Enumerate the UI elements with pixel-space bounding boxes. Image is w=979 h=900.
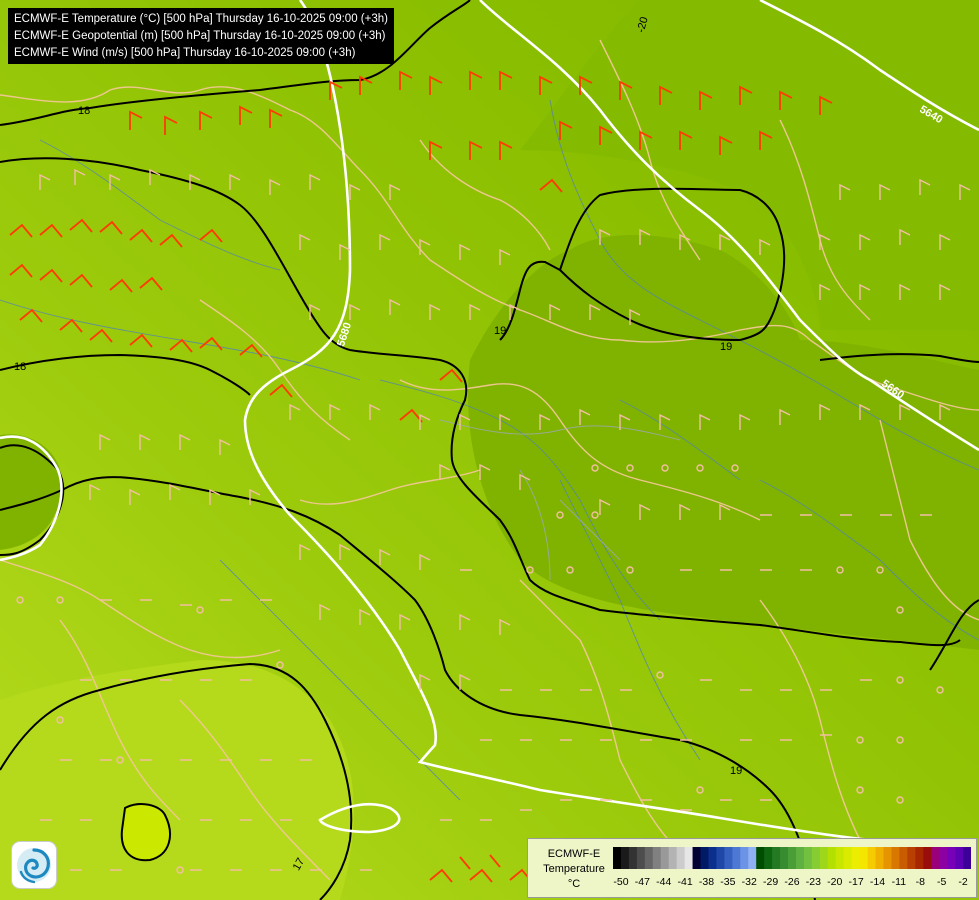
- legend-swatch: [923, 847, 932, 869]
- legend-swatch: [867, 847, 877, 869]
- legend-swatch: [915, 847, 924, 869]
- legend-swatch: [931, 847, 940, 869]
- legend-tick-label: -11: [891, 876, 907, 888]
- legend-swatch: [899, 847, 908, 869]
- isotherm-label: 18: [14, 361, 26, 373]
- isotherm-label: 19: [730, 765, 742, 777]
- isotherm-label: 18: [78, 105, 90, 117]
- ecmwf-swirl-icon: [17, 848, 51, 884]
- legend-swatch: [700, 847, 709, 869]
- title-wind: ECMWF-E Wind (m/s) [500 hPa] Thursday 16…: [14, 47, 356, 59]
- legend-swatch: [843, 847, 853, 869]
- legend-swatch: [835, 847, 845, 869]
- legend-swatch: [859, 847, 869, 869]
- legend-tick-label: -20: [827, 876, 843, 888]
- legend-swatch: [764, 847, 773, 869]
- legend-tick-label: -41: [677, 876, 693, 888]
- legend-tick-label: -50: [613, 876, 629, 888]
- legend-swatch: [883, 847, 892, 869]
- legend-tick-label: -17: [848, 876, 864, 888]
- title-temperature: ECMWF-E Temperature (°C) [500 hPa] Thurs…: [14, 13, 388, 25]
- legend-swatch: [788, 847, 797, 869]
- legend-swatch: [907, 847, 916, 869]
- legend-tick-label: -38: [698, 876, 715, 888]
- legend-title: ECMWF-E Temperature °C: [534, 847, 614, 892]
- legend-tick-label: -14: [869, 876, 886, 888]
- legend-tick-label: -23: [805, 876, 821, 888]
- isotherm-label: 19: [720, 341, 732, 353]
- legend-swatch: [891, 847, 900, 869]
- legend-swatch: [875, 847, 884, 869]
- legend-tick-label: -8: [915, 876, 925, 888]
- legend-tick-label: -32: [741, 876, 757, 888]
- legend-swatch: [963, 847, 971, 869]
- legend-tick-label: -2: [958, 876, 968, 888]
- legend-swatch: [851, 847, 861, 869]
- ecmwf-logo: [12, 842, 56, 888]
- temperature-legend: ECMWF-E Temperature °C -50 -47 -44 -41 -38 -3…: [527, 838, 977, 898]
- map-title-box: ECMWF-E Temperature (°C) [500 hPa] Thurs…: [8, 8, 394, 64]
- legend-swatch: [628, 847, 638, 869]
- legend-swatch: [939, 847, 948, 869]
- legend-swatch: [772, 847, 781, 869]
- title-geopotential: ECMWF-E Geopotential (m) [500 hPa] Thurs…: [14, 30, 386, 42]
- legend-swatch: [644, 847, 654, 869]
- legend-swatch: [803, 847, 813, 869]
- legend-swatch: [827, 847, 837, 869]
- legend-swatch: [692, 847, 702, 869]
- legend-swatch: [724, 847, 733, 869]
- legend-variable: Temperature: [543, 863, 605, 875]
- legend-swatch: [613, 847, 622, 869]
- legend-swatch: [636, 847, 646, 869]
- legend-swatch: [620, 847, 630, 869]
- legend-tick-label: -26: [784, 876, 800, 888]
- legend-tick-label: -35: [720, 876, 736, 888]
- legend-unit: °C: [567, 878, 581, 890]
- isotherm-label: 19: [494, 325, 506, 337]
- legend-tick-label: -47: [634, 876, 650, 888]
- legend-swatch: [668, 847, 678, 869]
- legend-swatch: [732, 847, 741, 869]
- legend-swatch: [676, 847, 686, 869]
- legend-swatch: [795, 847, 805, 869]
- legend-tick-label: -44: [656, 876, 672, 888]
- legend-swatch: [660, 847, 670, 869]
- legend-tick-label: -5: [936, 876, 947, 888]
- legend-swatch: [652, 847, 662, 869]
- legend-swatch: [780, 847, 789, 869]
- legend-swatch: [819, 847, 829, 869]
- legend-swatch: [748, 847, 757, 869]
- legend-color-bar: [613, 847, 971, 869]
- legend-tick-label: -29: [763, 876, 779, 888]
- legend-swatch: [947, 847, 956, 869]
- legend-swatch: [955, 847, 964, 869]
- weather-map[interactable]: 18 18 19 19 19 -20 17 5640 5660 5680: [0, 0, 979, 900]
- legend-swatch: [716, 847, 725, 869]
- legend-swatch: [684, 847, 694, 869]
- legend-swatch: [756, 847, 765, 869]
- legend-model: ECMWF-E: [547, 848, 601, 860]
- legend-swatch: [740, 847, 749, 869]
- legend-swatch: [708, 847, 717, 869]
- legend-swatch: [811, 847, 821, 869]
